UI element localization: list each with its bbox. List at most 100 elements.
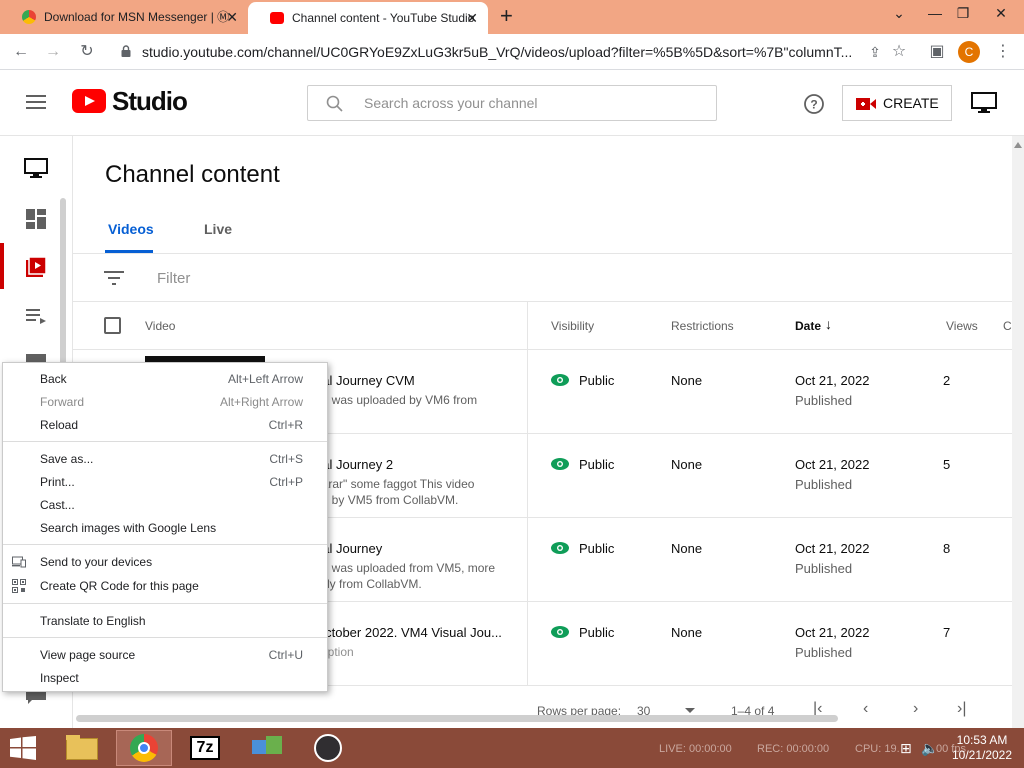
- views-value: 7: [943, 625, 951, 640]
- help-icon[interactable]: ?: [803, 93, 825, 115]
- tab-search-icon[interactable]: ⌄: [882, 0, 916, 30]
- side-panel-icon[interactable]: ▣: [926, 41, 948, 63]
- menu-item-view-source[interactable]: View page source Ctrl+U: [3, 644, 327, 667]
- column-comments[interactable]: C: [1003, 319, 1012, 333]
- file-explorer-icon[interactable]: [54, 730, 110, 766]
- hamburger-menu-icon[interactable]: [26, 94, 46, 110]
- select-all-checkbox[interactable]: [104, 317, 121, 334]
- dropdown-arrow-icon[interactable]: [685, 708, 695, 713]
- playlists-icon[interactable]: [24, 304, 48, 328]
- tab-title: Channel content - YouTube Studio: [292, 11, 475, 25]
- visibility-value[interactable]: Public: [579, 541, 614, 556]
- menu-item-forward: Forward Alt+Right Arrow: [3, 391, 327, 414]
- next-page-icon[interactable]: ›: [913, 700, 918, 718]
- dashboard-icon[interactable]: [24, 207, 48, 231]
- menu-item-reload[interactable]: Reload Ctrl+R: [3, 414, 327, 437]
- more-menu-icon[interactable]: ⋮: [992, 41, 1014, 63]
- chrome-taskbar-icon[interactable]: [116, 730, 172, 766]
- visibility-value[interactable]: Public: [579, 457, 614, 472]
- publish-status: Published: [795, 645, 853, 660]
- video-title[interactable]: October 2022. VM4 Visual Jou...: [315, 625, 502, 640]
- back-arrow-icon[interactable]: ←: [10, 41, 32, 63]
- network-app-icon[interactable]: [240, 730, 296, 766]
- studio-header: Studio Search across your channel ? CREA…: [0, 70, 1024, 136]
- menu-separator: [3, 441, 327, 442]
- tab-live[interactable]: Live: [204, 221, 232, 237]
- bookmark-star-icon[interactable]: ☆: [888, 41, 910, 63]
- tab-videos[interactable]: Videos: [108, 221, 154, 237]
- public-eye-icon: [551, 374, 569, 386]
- restrictions-value: None: [671, 373, 703, 388]
- page-vertical-scrollbar[interactable]: [1012, 136, 1024, 728]
- menu-item-cast[interactable]: Cast...: [3, 494, 327, 517]
- close-window-icon[interactable]: ✕: [984, 0, 1018, 30]
- restrictions-value: None: [671, 541, 703, 556]
- obs-studio-icon[interactable]: [302, 730, 358, 766]
- restore-icon[interactable]: ❐: [946, 0, 980, 30]
- restrictions-value: None: [671, 625, 703, 640]
- obs-rec-timer: REC: 00:00:00: [757, 743, 830, 755]
- search-input[interactable]: Search across your channel: [307, 85, 717, 121]
- views-value: 5: [943, 457, 951, 472]
- content-icon[interactable]: [24, 255, 48, 279]
- browser-tab-msn[interactable]: Download for MSN Messenger | Ⓜ ✕: [0, 0, 248, 34]
- column-video[interactable]: Video: [145, 319, 175, 333]
- menu-item-send-to-devices[interactable]: Send to your devices: [3, 551, 327, 574]
- column-date[interactable]: Date: [795, 319, 821, 333]
- horizontal-scrollbar[interactable]: [76, 715, 838, 722]
- column-visibility[interactable]: Visibility: [551, 319, 594, 333]
- menu-item-label: Forward: [40, 395, 85, 409]
- menu-item-qr-code[interactable]: Create QR Code for this page: [3, 575, 327, 598]
- reload-icon[interactable]: ↻: [76, 41, 98, 63]
- column-views[interactable]: Views: [946, 319, 978, 333]
- new-tab-button[interactable]: +: [500, 2, 513, 30]
- pagination-bar: Rows per page: 30 1–4 of 4 |‹ ‹ › ›|: [73, 696, 1013, 728]
- filter-bar[interactable]: Filter: [73, 254, 1013, 302]
- menu-item-label: Reload: [40, 418, 79, 432]
- publish-status: Published: [795, 561, 853, 576]
- menu-item-label: View page source: [40, 648, 136, 662]
- 7zip-icon[interactable]: 7z: [178, 730, 234, 766]
- menu-item-label: Back: [40, 372, 67, 386]
- address-bar[interactable]: studio.youtube.com/channel/UC0GRYoE9ZxLu…: [112, 40, 922, 64]
- menu-item-translate[interactable]: Translate to English: [3, 610, 327, 633]
- channel-monitor-icon[interactable]: [24, 156, 48, 180]
- browser-toolbar: ← → ↻ studio.youtube.com/channel/UC0GRYo…: [0, 34, 1024, 70]
- views-value: 8: [943, 541, 951, 556]
- last-page-icon[interactable]: ›|: [957, 700, 966, 718]
- close-tab-icon[interactable]: ✕: [226, 0, 238, 34]
- share-icon[interactable]: ⇪: [864, 41, 886, 63]
- date-value: Oct 21, 2022: [795, 541, 870, 556]
- visibility-value[interactable]: Public: [579, 373, 614, 388]
- close-tab-icon[interactable]: ✕: [466, 2, 478, 34]
- menu-item-inspect[interactable]: Inspect: [3, 667, 327, 690]
- column-restrictions[interactable]: Restrictions: [671, 319, 734, 333]
- video-title[interactable]: ual Journey CVM: [315, 373, 415, 388]
- profile-avatar[interactable]: C: [958, 41, 980, 63]
- scroll-up-arrow-icon[interactable]: [1014, 142, 1022, 148]
- menu-item-save-as[interactable]: Save as... Ctrl+S: [3, 448, 327, 471]
- network-tray-icon[interactable]: ⊞: [900, 740, 912, 757]
- menu-item-google-lens[interactable]: Search images with Google Lens: [3, 517, 327, 540]
- forward-arrow-icon[interactable]: →: [42, 41, 64, 63]
- sort-down-arrow-icon[interactable]: ↓: [825, 316, 832, 332]
- qr-code-icon: [12, 579, 26, 593]
- menu-item-back[interactable]: Back Alt+Left Arrow: [3, 368, 327, 391]
- menu-shortcut: Ctrl+S: [269, 452, 303, 466]
- windows-start-icon[interactable]: [10, 736, 36, 760]
- system-clock[interactable]: 10:53 AM 10/21/2022: [950, 733, 1014, 763]
- menu-item-print[interactable]: Print... Ctrl+P: [3, 471, 327, 494]
- youtube-play-icon: [72, 89, 106, 113]
- prev-page-icon[interactable]: ‹: [863, 700, 868, 718]
- create-button[interactable]: CREATE: [842, 85, 952, 121]
- restrictions-value: None: [671, 457, 703, 472]
- browser-tab-youtube-studio[interactable]: Channel content - YouTube Studio ✕: [248, 2, 488, 34]
- devices-icon: [12, 556, 26, 568]
- page-title: Channel content: [105, 161, 280, 188]
- filter-icon[interactable]: [104, 271, 124, 285]
- monitor-icon[interactable]: [971, 92, 997, 114]
- obs-live-timer: LIVE: 00:00:00: [659, 743, 732, 755]
- visibility-value[interactable]: Public: [579, 625, 614, 640]
- context-menu: Back Alt+Left Arrow Forward Alt+Right Arro…: [2, 362, 328, 692]
- date-value: Oct 21, 2022: [795, 457, 870, 472]
